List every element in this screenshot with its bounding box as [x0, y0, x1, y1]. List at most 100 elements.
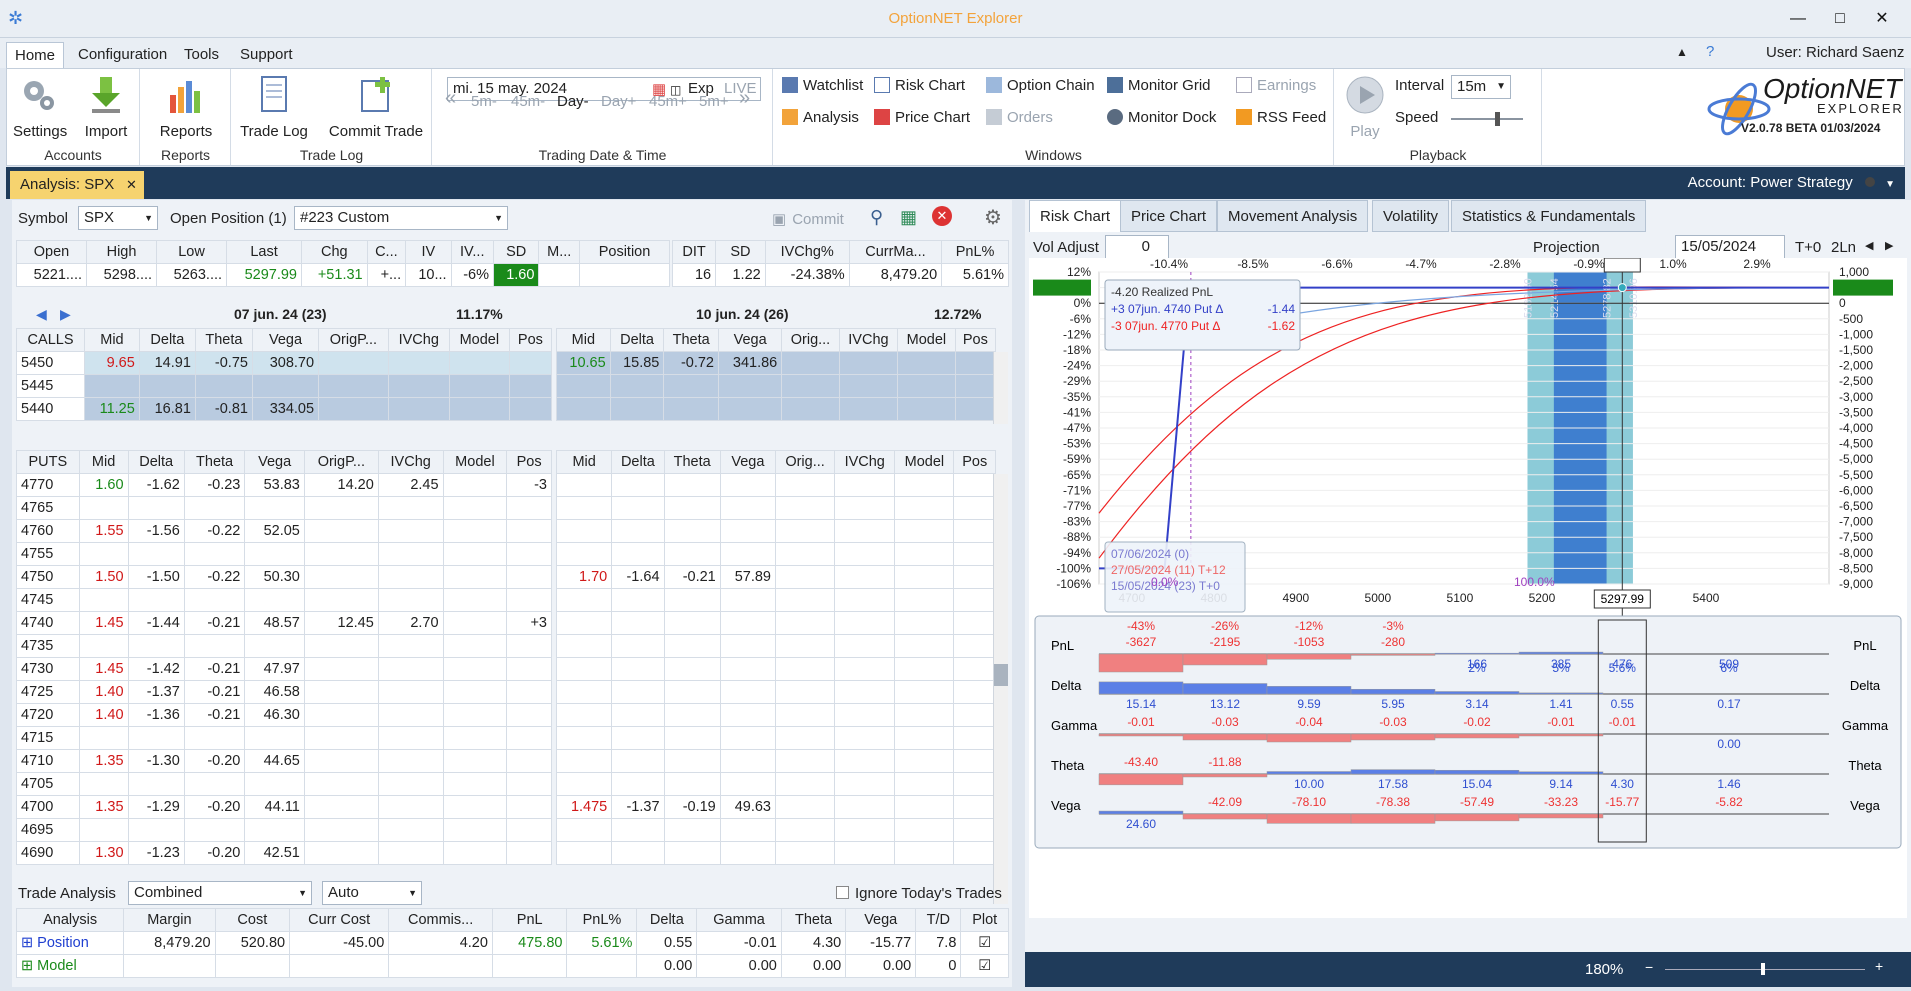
- vol-adjust-field[interactable]: 0: [1105, 235, 1169, 259]
- tab-configuration[interactable]: Configuration: [70, 42, 175, 68]
- collapse-ribbon-icon[interactable]: ▲: [1676, 45, 1688, 59]
- plot-checkbox[interactable]: ☑: [960, 954, 1009, 978]
- price-chart-button[interactable]: Price Chart: [874, 109, 970, 126]
- close-button[interactable]: ✕: [1867, 6, 1897, 32]
- earnings-button[interactable]: Earnings: [1236, 77, 1316, 94]
- put-row[interactable]: [555, 680, 996, 704]
- put-row[interactable]: 4740 1.45 -1.44 -0.21 48.57 12.45 2.70 +3: [16, 611, 552, 635]
- tab-support[interactable]: Support: [232, 42, 301, 68]
- play-button[interactable]: Play: [1343, 75, 1387, 140]
- watchlist-button[interactable]: Watchlist: [782, 77, 863, 94]
- help-icon[interactable]: ?: [1706, 43, 1714, 60]
- calls-scrollbar[interactable]: [993, 352, 1008, 424]
- next-expiry-icon[interactable]: ▶: [60, 306, 71, 323]
- ln-label[interactable]: 2Ln: [1831, 239, 1856, 256]
- nav-day-plus[interactable]: Day+: [601, 93, 636, 110]
- put-row[interactable]: [555, 588, 996, 612]
- call-row[interactable]: [556, 374, 997, 398]
- put-row[interactable]: 4730 1.45 -1.42 -0.21 47.97: [16, 657, 552, 681]
- put-row[interactable]: [555, 818, 996, 842]
- put-row[interactable]: 4705: [16, 772, 552, 796]
- put-row[interactable]: [555, 519, 996, 543]
- put-row[interactable]: [555, 657, 996, 681]
- minimize-button[interactable]: —: [1783, 6, 1813, 32]
- close-tab-icon[interactable]: ✕: [126, 171, 137, 199]
- put-row[interactable]: 4755: [16, 542, 552, 566]
- commit-trade-button[interactable]: Commit Trade: [324, 75, 428, 140]
- put-row[interactable]: [555, 542, 996, 566]
- zoom-out-icon[interactable]: −: [1645, 959, 1653, 975]
- puts-scrollbar[interactable]: [993, 474, 1008, 904]
- settings-button[interactable]: Settings: [13, 75, 67, 140]
- close-position-icon[interactable]: ✕: [932, 206, 952, 226]
- analysis-row[interactable]: ⊞ Position 8,479.20 520.80 -45.00 4.20 475.80…: [15, 931, 1009, 955]
- monitor-grid-button[interactable]: Monitor Grid: [1107, 77, 1211, 94]
- analysis-button[interactable]: Analysis: [782, 109, 859, 126]
- nav-5m-plus[interactable]: 5m+: [699, 93, 729, 110]
- zoom-slider[interactable]: [1665, 963, 1865, 975]
- put-row[interactable]: [555, 749, 996, 773]
- put-row[interactable]: 4690 1.30 -1.23 -0.20 42.51: [16, 841, 552, 865]
- option-chain-button[interactable]: Option Chain: [986, 77, 1095, 94]
- put-row[interactable]: 4770 1.60 -1.62 -0.23 53.83 14.20 2.45 -3: [16, 473, 552, 497]
- put-row[interactable]: 4735: [16, 634, 552, 658]
- export-grid-icon[interactable]: ▦: [900, 207, 917, 228]
- put-row[interactable]: 4700 1.35 -1.29 -0.20 44.11: [16, 795, 552, 819]
- reports-button[interactable]: Reports: [147, 75, 225, 140]
- first-icon[interactable]: «: [445, 87, 456, 110]
- ignore-today-checkbox[interactable]: Ignore Today's Trades: [836, 885, 1002, 902]
- put-row[interactable]: 4745: [16, 588, 552, 612]
- put-row[interactable]: 4760 1.55 -1.56 -0.22 52.05: [16, 519, 552, 543]
- put-row[interactable]: 4695: [16, 818, 552, 842]
- tab-home[interactable]: Home: [6, 42, 65, 68]
- put-row[interactable]: 4765: [16, 496, 552, 520]
- put-row[interactable]: [555, 726, 996, 750]
- gear-icon[interactable]: ⚙: [984, 205, 1002, 230]
- search-icon[interactable]: ⚲: [870, 207, 883, 228]
- call-row[interactable]: 10.65 15.85 -0.72 341.86: [556, 351, 997, 375]
- put-row[interactable]: [555, 473, 996, 497]
- risk-chart[interactable]: 5182.405214.545278.825310.9612%6%0%-6%-1…: [1029, 257, 1907, 918]
- call-row[interactable]: 5450 9.65 14.91 -0.75 308.70: [15, 351, 553, 375]
- analysis-mode-select[interactable]: Combined ▼: [128, 881, 312, 905]
- next-icon[interactable]: ▶: [1885, 239, 1893, 252]
- projection-date[interactable]: 15/05/2024: [1675, 235, 1785, 259]
- call-row[interactable]: 5440 11.25 16.81 -0.81 334.05: [15, 397, 553, 421]
- nav-5m-minus[interactable]: 5m-: [471, 93, 497, 110]
- zoom-in-icon[interactable]: +: [1875, 958, 1883, 974]
- put-row[interactable]: 4725 1.40 -1.37 -0.21 46.58: [16, 680, 552, 704]
- prev-expiry-icon[interactable]: ◀: [36, 306, 47, 323]
- put-row[interactable]: [555, 772, 996, 796]
- import-button[interactable]: Import: [81, 75, 131, 140]
- open-position-select[interactable]: #223 Custom ▼: [294, 206, 508, 230]
- put-row[interactable]: [555, 841, 996, 865]
- tab-volatility[interactable]: Volatility: [1372, 200, 1450, 232]
- symbol-select[interactable]: SPX ▼: [78, 206, 158, 230]
- analysis-tab[interactable]: Analysis: SPX ✕: [10, 171, 144, 199]
- put-row[interactable]: 1.475 -1.37 -0.19 49.63: [555, 795, 996, 819]
- nav-day-minus[interactable]: Day-: [557, 93, 589, 110]
- put-row[interactable]: 4715: [16, 726, 552, 750]
- tab-risk-chart[interactable]: Risk Chart: [1029, 200, 1122, 232]
- call-row[interactable]: 5445: [15, 374, 553, 398]
- t0-label[interactable]: T+0: [1795, 239, 1821, 256]
- maximize-button[interactable]: □: [1825, 6, 1855, 32]
- analysis-row[interactable]: ⊞ Model 0.00 0.00 0.00 0.00 0 ☑: [15, 954, 1009, 978]
- call-row[interactable]: [556, 397, 997, 421]
- put-row[interactable]: [555, 634, 996, 658]
- nav-45m-minus[interactable]: 45m-: [511, 93, 545, 110]
- tab-price-chart[interactable]: Price Chart: [1120, 200, 1218, 232]
- put-row[interactable]: 4710 1.35 -1.30 -0.20 44.65: [16, 749, 552, 773]
- put-row[interactable]: [555, 611, 996, 635]
- rss-feed-button[interactable]: RSS Feed: [1236, 109, 1326, 126]
- orders-button[interactable]: Orders: [986, 109, 1053, 126]
- auto-select[interactable]: Auto ▼: [322, 881, 422, 905]
- tab-movement-analysis[interactable]: Movement Analysis: [1217, 200, 1369, 232]
- put-row[interactable]: 4720 1.40 -1.36 -0.21 46.30: [16, 703, 552, 727]
- put-row[interactable]: 1.70 -1.64 -0.21 57.89: [555, 565, 996, 589]
- risk-chart-button[interactable]: Risk Chart: [874, 77, 965, 94]
- commit-button[interactable]: ▣ Commit: [772, 210, 844, 228]
- prev-icon[interactable]: ◀: [1865, 239, 1873, 252]
- account-label[interactable]: Account: Power Strategy ▼: [1688, 174, 1895, 191]
- put-row[interactable]: 4750 1.50 -1.50 -0.22 50.30: [16, 565, 552, 589]
